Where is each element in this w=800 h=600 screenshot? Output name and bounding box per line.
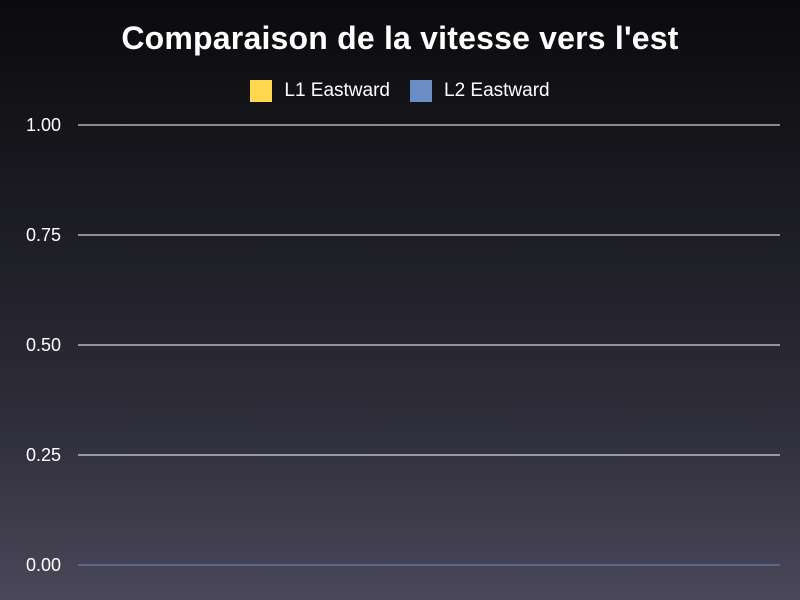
y-tick-label-3: 0.75 <box>26 225 61 245</box>
y-tick-label-4: 1.00 <box>26 115 61 135</box>
y-tick-label-0: 0.00 <box>26 555 61 575</box>
y-tick-label-1: 0.25 <box>26 445 61 465</box>
plot-area: 0.00 0.25 0.50 0.75 1.00 <box>26 115 780 575</box>
y-tick-label-2: 0.50 <box>26 335 61 355</box>
